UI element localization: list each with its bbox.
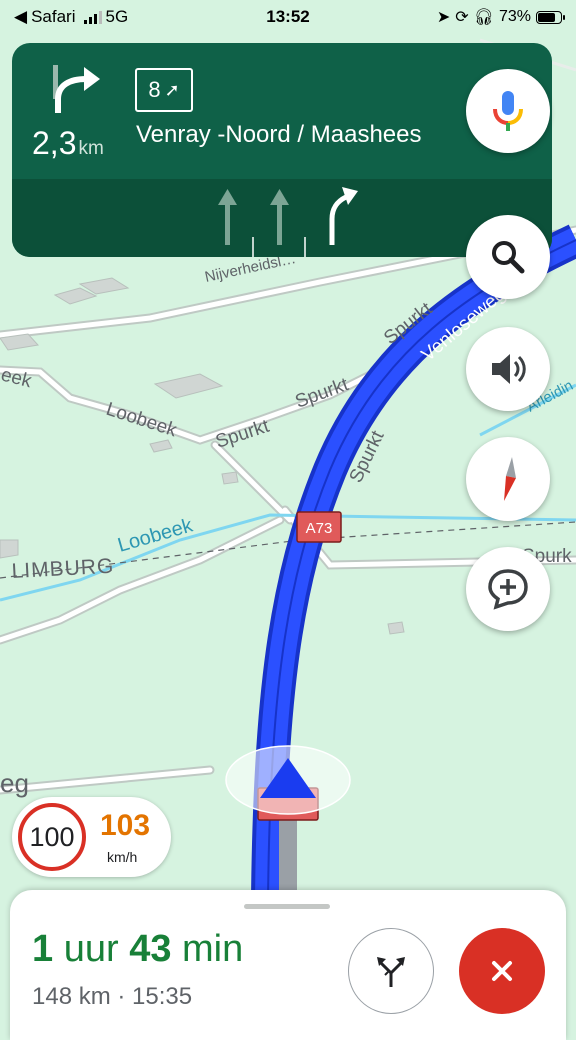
maneuver-distance: 2,3 km: [32, 125, 104, 162]
sound-button[interactable]: [466, 327, 550, 411]
arrival-time: 15:35: [132, 983, 193, 1010]
maneuver-distance-unit: km: [78, 138, 104, 159]
trip-details: 148 km · 15:35: [32, 983, 192, 1011]
compass-button[interactable]: [466, 437, 550, 521]
maneuver-distance-value: 2,3: [32, 125, 77, 161]
speaker-icon: [492, 354, 526, 384]
network-label: 5G: [105, 7, 129, 26]
speed-panel: 100 103 km/h: [12, 797, 171, 877]
rotation-lock-icon: ⟳: [455, 9, 469, 26]
turn-slight-right-icon: [53, 65, 100, 113]
eta-hours: 1: [32, 928, 54, 970]
a73-label: A73: [306, 520, 333, 537]
report-incident-button[interactable]: [466, 547, 550, 631]
speed-limit: 100: [18, 803, 86, 871]
lane-slight-right-icon: [329, 187, 358, 245]
add-report-icon: [488, 569, 528, 610]
exit-arrow-icon: ➚: [164, 79, 180, 100]
trip-distance: 148 km: [32, 983, 111, 1010]
back-arrow-icon[interactable]: ◀: [14, 7, 27, 27]
location-icon: ➤: [436, 9, 451, 26]
route-fork-icon: [377, 957, 405, 987]
battery-icon: [536, 10, 565, 24]
headphones-icon: 🎧︎: [473, 9, 494, 26]
compass-icon: [504, 457, 516, 501]
position-puck: [225, 745, 351, 815]
speed-unit: km/h: [107, 849, 138, 865]
sheet-drag-handle[interactable]: [244, 904, 330, 909]
destination-label: Venray -Noord / Maashees: [136, 121, 422, 148]
voice-search-button[interactable]: [466, 69, 550, 153]
exit-number: 8: [148, 77, 161, 102]
trip-summary-sheet[interactable]: 1 uur 43 min 148 km · 15:35: [10, 890, 566, 1040]
mic-icon: [493, 91, 523, 131]
battery-percent: 73%: [498, 8, 531, 25]
exit-badge: 8 ➚: [135, 68, 193, 112]
status-bar: ◀ Safari 5G 13:52 ➤ ⟳ 🎧︎ 73%: [0, 0, 576, 34]
eta-minutes: 43: [129, 928, 172, 970]
exit-navigation-button[interactable]: [459, 928, 545, 1014]
signal-icon: [83, 10, 102, 24]
eta-duration: 1 uur 43 min: [32, 928, 243, 971]
eta-minutes-label: min: [182, 928, 244, 970]
search-button[interactable]: [466, 215, 550, 299]
current-speed: 103: [100, 809, 151, 842]
trip-separator: ·: [117, 983, 126, 1010]
alternate-routes-button[interactable]: [348, 928, 434, 1014]
lane-straight-icon: [270, 189, 289, 245]
search-icon: [492, 241, 525, 274]
back-app-label[interactable]: Safari: [31, 7, 75, 27]
lane-straight-icon: [218, 189, 237, 245]
navigation-instruction-card[interactable]: 2,3 km 8 ➚ Venray -Noord / Maashees: [12, 43, 552, 257]
close-icon: [492, 961, 512, 981]
eta-hours-label: uur: [63, 928, 119, 970]
a73-shield: A73: [296, 511, 342, 543]
road-label-eg: eg: [0, 768, 29, 798]
